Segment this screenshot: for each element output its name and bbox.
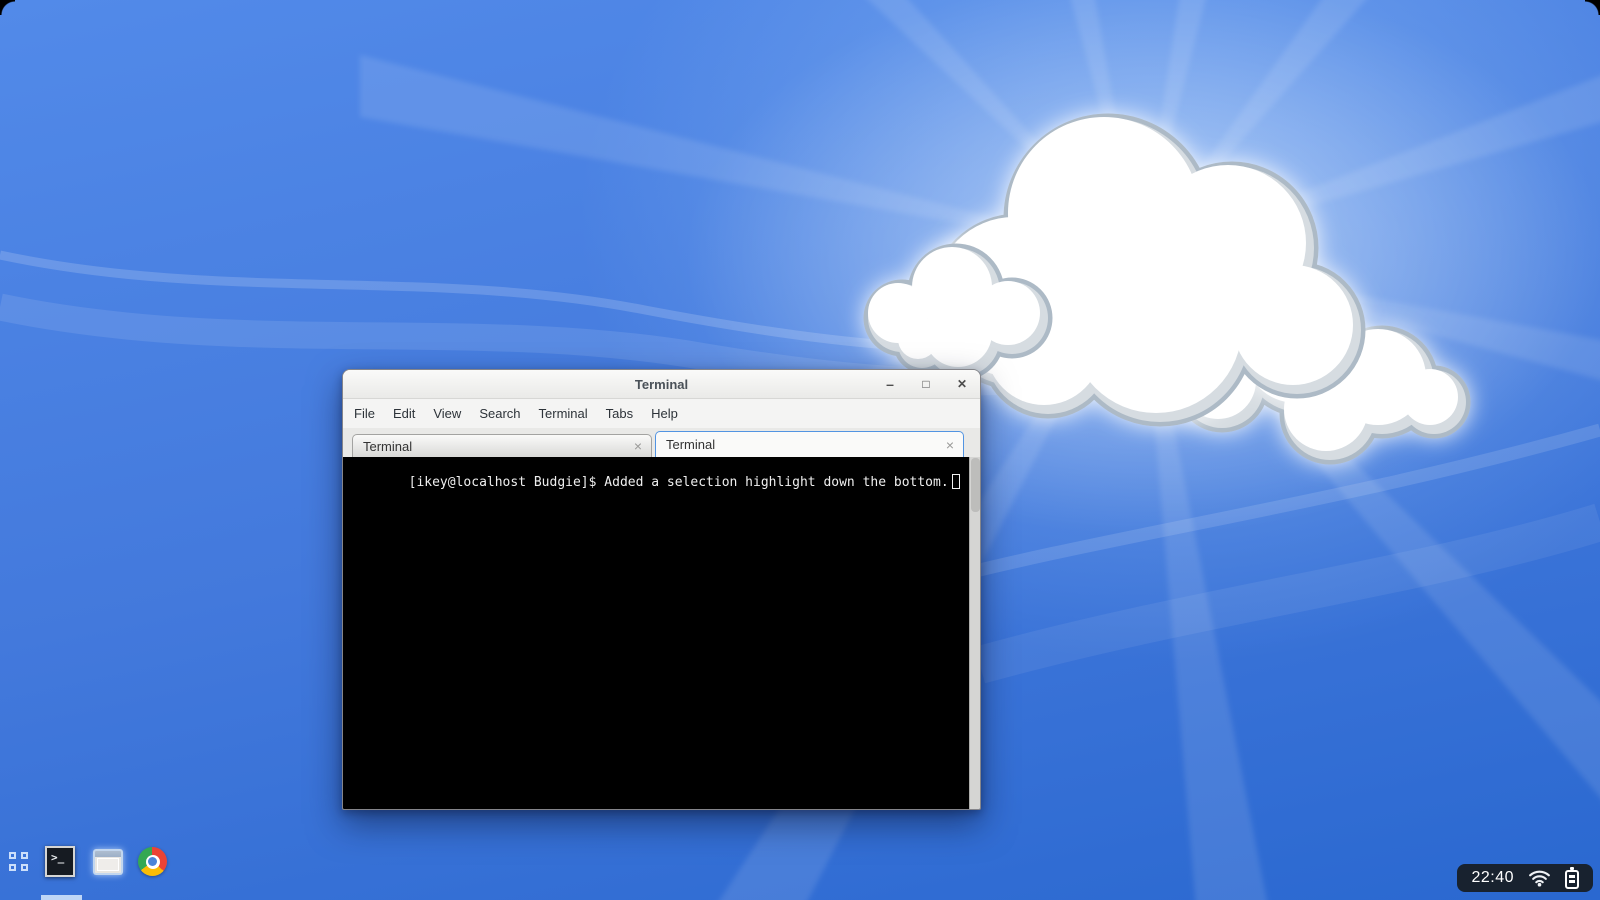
- system-tray[interactable]: 22:40: [1457, 864, 1593, 892]
- menu-tabs[interactable]: Tabs: [597, 406, 642, 421]
- scrollbar-thumb[interactable]: [971, 458, 980, 512]
- menu-help[interactable]: Help: [642, 406, 687, 421]
- maximize-button[interactable]: □: [916, 370, 936, 399]
- desktop: Terminal – □ ✕ File Edit View Search Termina…: [0, 0, 1600, 900]
- wifi-icon: [1529, 870, 1550, 887]
- workspace-square: [21, 864, 28, 871]
- menu-terminal[interactable]: Terminal: [530, 406, 597, 421]
- window-titlebar[interactable]: Terminal – □ ✕: [343, 370, 980, 399]
- files-launcher-icon[interactable]: [93, 849, 123, 875]
- window-body: [97, 858, 119, 871]
- window-titlebar-stripe: [95, 851, 121, 857]
- tab-terminal-0[interactable]: Terminal ×: [352, 434, 652, 457]
- workspace-square: [9, 852, 16, 859]
- terminal-prompt-glyph: >_: [51, 851, 65, 864]
- battery-icon: [1565, 866, 1579, 889]
- clock: 22:40: [1471, 869, 1514, 886]
- tab-close-icon[interactable]: ×: [937, 437, 963, 453]
- menu-edit[interactable]: Edit: [384, 406, 424, 421]
- menu-bar: File Edit View Search Terminal Tabs Help: [343, 399, 980, 428]
- chrome-launcher-icon[interactable]: [138, 847, 167, 876]
- terminal-cursor: [951, 474, 960, 489]
- taskbar: >_ 22:40: [0, 840, 1600, 900]
- tab-label: Terminal: [666, 437, 716, 452]
- menu-file[interactable]: File: [345, 406, 384, 421]
- terminal-content[interactable]: [ikey@localhost Budgie]$ Added a selecti…: [343, 457, 980, 809]
- active-app-indicator: [41, 895, 82, 900]
- minimize-button[interactable]: –: [880, 370, 900, 399]
- tab-bar: Terminal × Terminal ×: [343, 428, 980, 457]
- tab-close-icon[interactable]: ×: [625, 438, 651, 454]
- workspace-square: [9, 864, 16, 871]
- tab-terminal-1[interactable]: Terminal ×: [655, 431, 964, 457]
- terminal-output: [ikey@localhost Budgie]$ Added a selecti…: [408, 475, 949, 490]
- screen-corner-topright: [1585, 0, 1600, 15]
- workspace-square: [21, 852, 28, 859]
- battery-charge-cells: [1569, 874, 1575, 885]
- tab-label: Terminal: [363, 438, 413, 454]
- menu-view[interactable]: View: [424, 406, 470, 421]
- terminal-launcher-icon[interactable]: >_: [45, 846, 75, 877]
- workspace-switcher-icon[interactable]: [9, 852, 29, 872]
- terminal-scrollbar[interactable]: [969, 457, 980, 809]
- screen-corner-topleft: [0, 0, 15, 15]
- chrome-blue-dot: [148, 857, 157, 866]
- close-button[interactable]: ✕: [952, 370, 972, 399]
- terminal-window: Terminal – □ ✕ File Edit View Search Termina…: [342, 369, 981, 810]
- menu-search[interactable]: Search: [470, 406, 529, 421]
